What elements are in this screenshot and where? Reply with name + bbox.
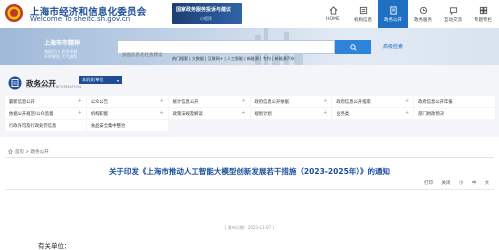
grid-empty (251, 120, 332, 131)
font-large-button[interactable]: 大 (485, 181, 490, 186)
govt-info-grid: 最新信息公开 + 公众公告 + 统计信息公开 + 政府信息公开依据 + 政府信息公开指南… (5, 96, 495, 131)
expand-plus-icon: + (159, 98, 164, 104)
divider (5, 157, 494, 158)
expand-plus-icon: + (241, 98, 246, 104)
nav-interaction[interactable]: 互动交流 (438, 0, 468, 28)
promo-line2: 小程序 (200, 16, 212, 21)
unit-select-dropdown[interactable]: 本机关/单位 (79, 76, 122, 84)
nav-label: HOME (326, 17, 340, 22)
grid-item[interactable]: 机构职能 + (86, 108, 168, 119)
slogan-title: 上海市市精神 (44, 40, 81, 47)
nav-service[interactable]: 政务服务 (408, 0, 438, 28)
grid-item[interactable]: 统计信息公开 + (168, 96, 250, 107)
hot-search-words[interactable]: 热门搜索 | 大数据 | 互联网+ | 人工智能 | 新能源 | 专利 | 新能… (172, 56, 295, 62)
search-button[interactable] (335, 40, 371, 54)
home-icon (8, 149, 13, 154)
topic-icon (479, 6, 487, 14)
nav-label: 政务公开 (384, 17, 402, 23)
expand-plus-icon: + (323, 98, 328, 104)
divider (5, 189, 494, 190)
search-box (117, 40, 335, 62)
promo-banner[interactable]: 国家政务服务投诉与建议 小程序 (172, 3, 242, 24)
breadcrumb-text[interactable]: 首页 > 政务公开 (15, 150, 49, 155)
font-medium-button[interactable]: 中 (472, 181, 477, 186)
nav-govt-info[interactable]: 政务公开 (378, 0, 408, 28)
publish-date: [ 发布日期：2023-11-07 ] (225, 225, 274, 230)
nav-institution[interactable]: 机构信息 (348, 0, 378, 28)
expand-plus-icon: + (323, 110, 328, 116)
grid-item[interactable]: 最新信息公开 + (5, 96, 86, 107)
home-icon (329, 6, 337, 15)
city-slogan: 上海市市精神 海纳百川 追求卓越 开明睿智 大气谦和 (44, 38, 80, 60)
grid-item[interactable]: 部门财政预决 (414, 108, 495, 119)
nav-label: 机构信息 (354, 17, 372, 23)
expand-plus-icon: + (159, 110, 164, 116)
article-tools: 打印 关闭 小 中 大 (424, 180, 496, 186)
govt-info-title-en: GOVERNMENT INFORMATION (26, 85, 82, 89)
grid-item[interactable]: 政府信息公开指南 + (332, 96, 414, 107)
expand-plus-icon: + (404, 98, 410, 104)
grid-item[interactable]: 政策法规及解读 + (168, 108, 250, 119)
grid-item[interactable]: 依据公开规范/公众监督 + (5, 108, 86, 119)
institution-icon (359, 6, 367, 14)
grid-item[interactable]: 行政许可及行政处罚信息 (5, 120, 86, 131)
govt-info-section: 政务公开 GOVERNMENT INFORMATION 本机关/单位 最新信息公… (0, 65, 499, 137)
breadcrumb[interactable]: 首页 > 政务公开 (8, 149, 49, 155)
expand-plus-icon: + (77, 110, 82, 116)
grid-item[interactable]: 公众公告 + (86, 96, 168, 107)
nav-label: 政务服务 (414, 17, 432, 23)
grid-empty (414, 120, 495, 131)
article-salutation: 有关单位： (38, 242, 71, 250)
print-button[interactable]: 打印 (424, 181, 433, 186)
search-icon (349, 43, 357, 51)
site-logo-icon[interactable] (4, 3, 24, 23)
expand-plus-icon: + (241, 110, 246, 116)
article-title: 关于印发《上海市推动人工智能大模型创新发展若干措施（2023-2025年）》的通… (108, 167, 391, 176)
slogan-line: 开明睿智 大气谦和 (44, 54, 78, 60)
grid-item[interactable]: 政府信息公开依据 + (250, 96, 332, 107)
advanced-search-link[interactable]: 高级检索 (383, 43, 403, 50)
document-icon (389, 5, 397, 15)
grid-item[interactable]: 政府信息公开年报 (414, 96, 495, 107)
promo-line1: 国家政务服务投诉与建议 (176, 7, 232, 13)
nav-label: 互动交流 (444, 17, 462, 23)
govt-info-icon (8, 76, 22, 90)
main-nav: HOME 机构信息 政务公开 政务服务 互动交流 专题专栏 (318, 0, 498, 28)
grid-empty (169, 120, 250, 131)
nav-home[interactable]: HOME (318, 0, 348, 28)
expand-plus-icon: + (77, 98, 82, 104)
grid-item[interactable]: 食品安全集中整治 (86, 120, 168, 131)
nav-topic[interactable]: 专题专栏 (468, 0, 498, 28)
grid-item[interactable]: 业务类 + (332, 108, 414, 119)
nav-label: 专题专栏 (474, 17, 492, 23)
expand-plus-icon: + (404, 110, 410, 116)
grid-item[interactable]: 规划计划 + (250, 108, 332, 119)
site-subtitle: Welcome To sheitc.sh.gov.cn (30, 15, 131, 23)
search-banner: 上海市市精神 海纳百川 追求卓越 开明睿智 大气谦和 高级检索 热门搜索 | 大… (0, 28, 499, 65)
font-small-button[interactable]: 小 (459, 181, 464, 186)
close-button[interactable]: 关闭 (441, 181, 450, 186)
chat-icon (449, 6, 457, 15)
grid-empty (332, 120, 413, 131)
site-header: 上海市经济和信息化委员会 Welcome To sheitc.sh.gov.cn… (0, 0, 499, 28)
service-icon (419, 6, 427, 14)
